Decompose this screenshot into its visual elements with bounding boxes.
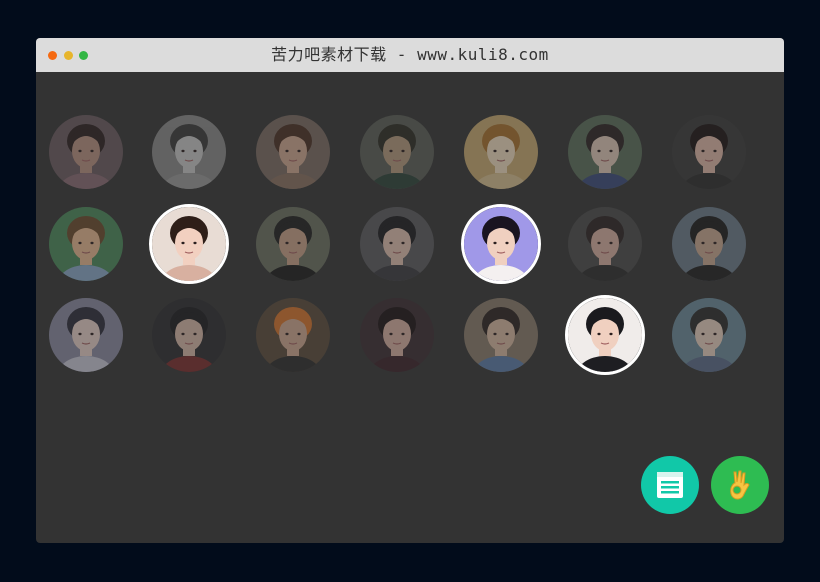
window-titlebar: 苦力吧素材下载 - www.kuli8.com bbox=[36, 38, 784, 72]
avatar-a2[interactable] bbox=[152, 115, 226, 189]
avatar-photo bbox=[152, 207, 226, 281]
avatar-photo bbox=[672, 207, 746, 281]
avatar-b3[interactable] bbox=[256, 207, 330, 281]
avatar-photo bbox=[360, 115, 434, 189]
avatar-a1[interactable] bbox=[49, 115, 123, 189]
avatar-c5[interactable] bbox=[464, 298, 538, 372]
avatar-c3[interactable] bbox=[256, 298, 330, 372]
avatar-photo bbox=[464, 298, 538, 372]
avatar-photo bbox=[256, 298, 330, 372]
avatar-photo bbox=[360, 207, 434, 281]
avatar-photo bbox=[152, 298, 226, 372]
avatar-photo bbox=[49, 115, 123, 189]
avatar-photo bbox=[464, 115, 538, 189]
avatar-b4[interactable] bbox=[360, 207, 434, 281]
avatar-b2[interactable] bbox=[149, 204, 229, 284]
avatar-photo bbox=[672, 298, 746, 372]
avatar-photo bbox=[256, 207, 330, 281]
list-icon bbox=[657, 472, 683, 498]
avatar-a4[interactable] bbox=[360, 115, 434, 189]
browser-window: 苦力吧素材下载 - www.kuli8.com bbox=[36, 38, 784, 543]
avatar-a5[interactable] bbox=[464, 115, 538, 189]
avatar-a6[interactable] bbox=[568, 115, 642, 189]
avatar-b5[interactable] bbox=[461, 204, 541, 284]
avatar-photo bbox=[672, 115, 746, 189]
avatar-photo bbox=[152, 115, 226, 189]
list-button[interactable] bbox=[641, 456, 699, 514]
avatar-a3[interactable] bbox=[256, 115, 330, 189]
avatar-photo bbox=[568, 298, 642, 372]
avatar-c2[interactable] bbox=[152, 298, 226, 372]
avatar-b1[interactable] bbox=[49, 207, 123, 281]
avatar-c4[interactable] bbox=[360, 298, 434, 372]
avatar-photo bbox=[568, 207, 642, 281]
avatar-photo bbox=[49, 207, 123, 281]
avatar-photo bbox=[568, 115, 642, 189]
avatar-b7[interactable] bbox=[672, 207, 746, 281]
avatar-photo bbox=[360, 298, 434, 372]
avatar-c6[interactable] bbox=[565, 295, 645, 375]
ok-button[interactable] bbox=[711, 456, 769, 514]
avatar-c1[interactable] bbox=[49, 298, 123, 372]
avatar-photo bbox=[464, 207, 538, 281]
avatar-photo bbox=[256, 115, 330, 189]
window-title: 苦力吧素材下载 - www.kuli8.com bbox=[271, 45, 549, 64]
avatar-photo bbox=[49, 298, 123, 372]
avatar-b6[interactable] bbox=[568, 207, 642, 281]
avatar-c7[interactable] bbox=[672, 298, 746, 372]
ok-hand-icon bbox=[730, 470, 750, 500]
avatar-a7[interactable] bbox=[672, 115, 746, 189]
